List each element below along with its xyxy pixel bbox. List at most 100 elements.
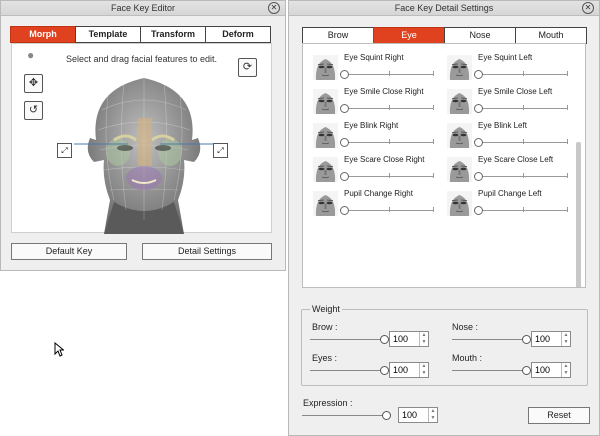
nose-weight-slider[interactable] bbox=[452, 335, 531, 344]
detail-item-knob[interactable] bbox=[474, 172, 483, 181]
eyes-weight-slider[interactable] bbox=[310, 366, 389, 375]
detail-item[interactable]: Pupil Change Right bbox=[313, 188, 443, 222]
detail-item[interactable]: Eye Squint Right bbox=[313, 52, 443, 86]
nose-weight-knob[interactable] bbox=[522, 335, 531, 344]
detail-item[interactable]: Pupil Change Left bbox=[447, 188, 577, 222]
tab-morph[interactable]: Morph bbox=[10, 26, 76, 43]
detail-tab-bar: Brow Eye Nose Mouth bbox=[302, 27, 587, 44]
detail-title: Face Key Detail Settings bbox=[394, 3, 494, 13]
detail-item[interactable]: Eye Smile Close Left bbox=[447, 86, 577, 120]
detail-item-label: Eye Scare Close Left bbox=[478, 155, 554, 164]
brow-weight-spinbox[interactable]: ▲▼ bbox=[389, 331, 429, 347]
head-pin-icon[interactable]: ● bbox=[27, 48, 34, 62]
expression-input[interactable] bbox=[399, 408, 428, 422]
tab-brow[interactable]: Brow bbox=[302, 27, 374, 44]
slider-tick bbox=[389, 105, 390, 110]
detail-item-label: Eye Blink Right bbox=[344, 121, 399, 130]
expression-stepper-icon[interactable]: ▲ ▼ bbox=[428, 408, 437, 422]
slider-tick bbox=[567, 207, 568, 212]
detail-item-slider[interactable] bbox=[474, 138, 568, 147]
slider-tick bbox=[523, 105, 524, 110]
detail-item-knob[interactable] bbox=[340, 70, 349, 79]
detail-item[interactable]: Eye Blink Left bbox=[447, 120, 577, 154]
detail-item-list[interactable]: Eye Squint Right Eye Squint Left Eye Smile… bbox=[302, 43, 586, 288]
slider-tick bbox=[433, 71, 434, 76]
brow-weight-stepper-icon[interactable]: ▲ ▼ bbox=[419, 332, 428, 346]
expression-slider[interactable] bbox=[302, 411, 391, 420]
detail-item-slider[interactable] bbox=[340, 104, 434, 113]
orbit-icon[interactable]: ✥ bbox=[24, 74, 43, 93]
tab-nose[interactable]: Nose bbox=[444, 27, 516, 44]
expand-right-icon[interactable]: ⤢ bbox=[213, 143, 228, 158]
detail-item-knob[interactable] bbox=[474, 138, 483, 147]
detail-item-label: Eye Smile Close Right bbox=[344, 87, 424, 96]
detail-item-knob[interactable] bbox=[474, 206, 483, 215]
detail-item[interactable]: Eye Scare Close Right bbox=[313, 154, 443, 188]
mouth-weight-input[interactable] bbox=[532, 363, 561, 377]
detail-item-knob[interactable] bbox=[474, 70, 483, 79]
nose-weight-spinbox[interactable]: ▲▼ bbox=[531, 331, 571, 347]
detail-item-label: Pupil Change Right bbox=[344, 189, 413, 198]
detail-item-slider[interactable] bbox=[474, 206, 568, 215]
tab-transform[interactable]: Transform bbox=[140, 26, 206, 43]
detail-settings-button[interactable]: Detail Settings bbox=[142, 243, 272, 260]
slider-tick bbox=[389, 207, 390, 212]
detail-item-slider[interactable] bbox=[474, 172, 568, 181]
expression-knob[interactable] bbox=[382, 411, 391, 420]
brow-weight-input[interactable] bbox=[390, 332, 419, 346]
face-thumbnail-icon bbox=[447, 55, 472, 80]
eyes-weight-knob[interactable] bbox=[380, 366, 389, 375]
default-key-button[interactable]: Default Key bbox=[11, 243, 127, 260]
face-viewport[interactable]: Select and drag facial features to edit.… bbox=[11, 43, 272, 234]
slider-tick bbox=[433, 207, 434, 212]
tab-eye[interactable]: Eye bbox=[373, 27, 445, 44]
detail-item-knob[interactable] bbox=[474, 104, 483, 113]
rotate-icon[interactable]: ↺ bbox=[24, 101, 43, 120]
detail-item-slider[interactable] bbox=[474, 104, 568, 113]
expand-left-icon[interactable]: ⤢ bbox=[57, 143, 72, 158]
slider-tick bbox=[523, 71, 524, 76]
detail-item-slider[interactable] bbox=[474, 70, 568, 79]
eyes-weight-input[interactable] bbox=[390, 363, 419, 377]
detail-item-slider[interactable] bbox=[340, 70, 434, 79]
nose-weight-stepper-icon[interactable]: ▲ ▼ bbox=[561, 332, 570, 346]
detail-item[interactable]: Eye Smile Close Right bbox=[313, 86, 443, 120]
mouth-weight-slider[interactable] bbox=[452, 366, 531, 375]
tab-template[interactable]: Template bbox=[75, 26, 141, 43]
detail-item-slider[interactable] bbox=[340, 206, 434, 215]
head-model[interactable] bbox=[74, 70, 214, 234]
detail-close-icon[interactable]: ✕ bbox=[582, 2, 594, 14]
face-thumbnail-icon bbox=[447, 89, 472, 114]
detail-item-knob[interactable] bbox=[340, 104, 349, 113]
detail-item-knob[interactable] bbox=[340, 206, 349, 215]
mouth-weight-stepper-icon[interactable]: ▲ ▼ bbox=[561, 363, 570, 377]
mouse-cursor-icon bbox=[54, 342, 64, 357]
slider-tick bbox=[389, 71, 390, 76]
detail-item-knob[interactable] bbox=[340, 138, 349, 147]
detail-item-label: Eye Blink Left bbox=[478, 121, 527, 130]
brow-weight-knob[interactable] bbox=[380, 335, 389, 344]
editor-close-icon[interactable]: ✕ bbox=[268, 2, 280, 14]
mouth-weight-knob[interactable] bbox=[522, 366, 531, 375]
eyes-weight-spinbox[interactable]: ▲▼ bbox=[389, 362, 429, 378]
detail-item-slider[interactable] bbox=[340, 172, 434, 181]
editor-tab-bar: Morph Template Transform Deform bbox=[10, 26, 271, 43]
detail-item-label: Eye Squint Left bbox=[478, 53, 533, 62]
detail-item[interactable]: Eye Blink Right bbox=[313, 120, 443, 154]
face-thumbnail-icon bbox=[313, 55, 338, 80]
mouth-weight-spinbox[interactable]: ▲▼ bbox=[531, 362, 571, 378]
tab-mouth[interactable]: Mouth bbox=[515, 27, 587, 44]
detail-item-knob[interactable] bbox=[340, 172, 349, 181]
detail-item-slider[interactable] bbox=[340, 138, 434, 147]
brow-weight-slider[interactable] bbox=[310, 335, 389, 344]
detail-item[interactable]: Eye Squint Left bbox=[447, 52, 577, 86]
reset-button[interactable]: Reset bbox=[528, 407, 590, 424]
expression-label: Expression : bbox=[303, 398, 353, 408]
nose-weight-input[interactable] bbox=[532, 332, 561, 346]
reset-view-icon[interactable]: ⟳ bbox=[238, 58, 257, 77]
nose-weight-label: Nose : bbox=[452, 322, 479, 332]
tab-deform[interactable]: Deform bbox=[205, 26, 271, 43]
eyes-weight-stepper-icon[interactable]: ▲ ▼ bbox=[419, 363, 428, 377]
detail-item[interactable]: Eye Scare Close Left bbox=[447, 154, 577, 188]
expression-spinbox[interactable]: ▲▼ bbox=[398, 407, 438, 423]
